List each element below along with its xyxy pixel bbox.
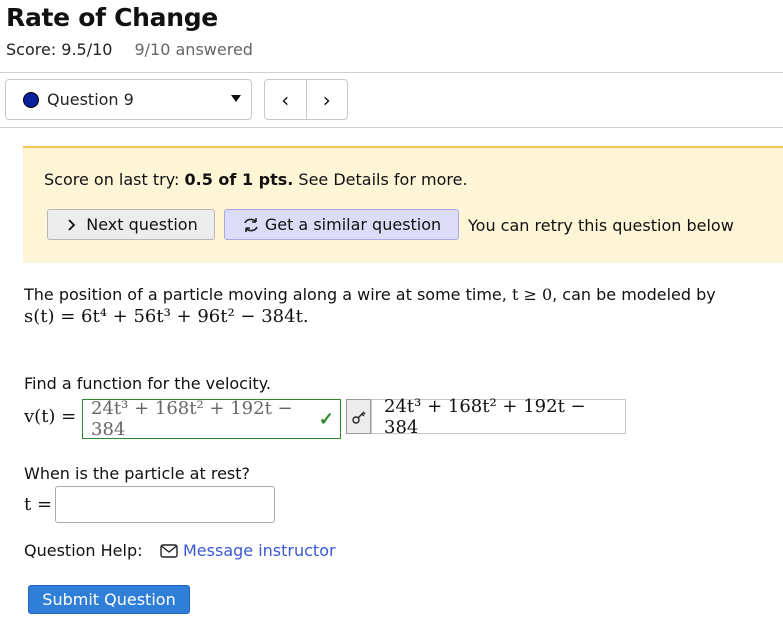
part1-prompt: Find a function for the velocity.	[24, 374, 271, 393]
last-try-prefix: Score on last try:	[44, 170, 185, 189]
velocity-label: v(t) =	[24, 406, 77, 427]
correct-answer-display: 24t³ + 168t² + 192t − 384	[371, 396, 626, 438]
divider	[0, 72, 783, 73]
score-notice	[23, 146, 783, 263]
problem-text: The position of a particle moving along …	[24, 285, 512, 304]
last-try-text: Score on last try: 0.5 of 1 pts. See Det…	[44, 170, 468, 189]
position-function: s(t) = 6t⁴ + 56t³ + 96t² − 384t.	[24, 306, 309, 327]
status-dot-icon	[23, 91, 39, 108]
key-icon	[351, 411, 365, 424]
t-label: t =	[24, 494, 53, 515]
submit-question-button[interactable]: Submit Question	[28, 585, 190, 614]
problem-text-suffix: , can be modeled by	[552, 285, 716, 304]
similar-question-label: Get a similar question	[264, 215, 442, 234]
question-select[interactable]: Question 9	[5, 79, 252, 120]
message-instructor-label: Message instructor	[183, 541, 336, 560]
part2-prompt: When is the particle at rest?	[24, 464, 251, 483]
divider	[0, 127, 783, 128]
show-answer-key-button[interactable]	[346, 399, 371, 434]
next-question-arrow-button[interactable]: ›	[305, 80, 348, 119]
last-try-suffix: See Details for more.	[293, 170, 468, 189]
chevron-right-icon: ›	[322, 87, 331, 112]
previous-question-button[interactable]: ‹	[265, 80, 306, 119]
chevron-right-icon	[68, 218, 76, 231]
score-summary: Score: 9.5/10 9/10 answered	[6, 40, 253, 59]
page-title: Rate of Change	[6, 3, 218, 32]
refresh-icon	[244, 217, 258, 232]
question-nav: ‹ ›	[264, 79, 348, 120]
checkmark-icon: ✓	[318, 408, 334, 430]
chevron-down-icon	[231, 95, 241, 102]
question-help-label: Question Help:	[24, 541, 143, 560]
score-text: Score: 9.5/10	[6, 40, 113, 59]
next-question-button[interactable]: Next question	[47, 209, 215, 240]
rest-time-input[interactable]	[55, 486, 275, 523]
velocity-answer-field[interactable]: 24t³ + 168t² + 192t − 384 ✓	[82, 398, 341, 440]
problem-statement: The position of a particle moving along …	[24, 284, 764, 328]
similar-question-button[interactable]: Get a similar question	[224, 209, 459, 240]
message-instructor-link[interactable]: Message instructor	[160, 541, 336, 560]
last-try-score: 0.5 of 1 pts.	[184, 170, 294, 189]
next-question-label: Next question	[86, 215, 198, 234]
answered-count: 9/10 answered	[134, 40, 253, 59]
mail-icon	[160, 543, 178, 558]
chevron-left-icon: ‹	[281, 87, 290, 112]
retry-text: You can retry this question below	[468, 216, 734, 235]
t-condition: t ≥ 0	[511, 285, 553, 304]
velocity-answer-value: 24t³ + 168t² + 192t − 384	[91, 398, 293, 440]
question-select-value: Question 9	[47, 90, 134, 109]
